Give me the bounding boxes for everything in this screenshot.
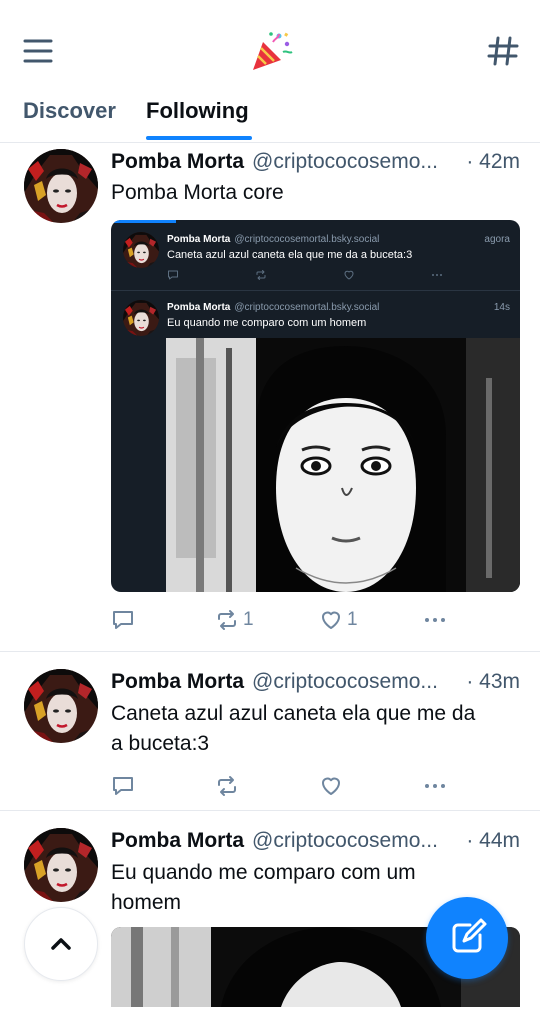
repost-icon [215, 774, 239, 798]
repost-icon [215, 608, 239, 632]
hash-icon[interactable] [486, 34, 520, 68]
embedded-actions [167, 269, 467, 281]
top-bar [0, 0, 540, 100]
embedded-photo [166, 338, 520, 592]
more-icon [423, 774, 447, 798]
more-button[interactable] [423, 774, 447, 798]
post-actions: 1 1 [111, 608, 471, 636]
like-button[interactable]: 1 [319, 608, 358, 632]
author-handle[interactable]: @criptococosemo... [252, 150, 458, 180]
tab-discover[interactable]: Discover [23, 98, 116, 124]
like-count: 1 [347, 609, 358, 630]
avatar[interactable] [24, 828, 98, 902]
feed: Pomba Morta @criptococosemo... · 42m Pom… [0, 142, 540, 1011]
post-text: Caneta azul azul caneta ela que me da a … [111, 699, 520, 759]
heart-icon [319, 774, 343, 798]
embedded-author: Pomba Morta [167, 302, 231, 313]
post[interactable]: Pomba Morta @criptococosemo... · 43m Can… [0, 652, 540, 811]
author-handle[interactable]: @criptococosemo... [252, 670, 458, 700]
more-button[interactable] [423, 608, 447, 632]
menu-icon[interactable] [22, 36, 56, 66]
post-time: · 43m [466, 670, 520, 693]
embedded-time: 14s [493, 302, 510, 313]
reply-button[interactable] [111, 608, 139, 632]
compose-button[interactable] [426, 897, 508, 979]
post-header: Pomba Morta @criptococosemo... · 44m [111, 829, 520, 859]
tab-following[interactable]: Following [146, 98, 249, 124]
feed-tabs: Discover Following [0, 90, 540, 143]
embedded-post-header: Pomba Morta @criptococosemortal.bsky.soci… [167, 234, 379, 245]
embedded-time: agora [484, 234, 510, 245]
repost-count: 1 [243, 609, 254, 630]
embedded-post: Pomba Morta @criptococosemortal.bsky.soci… [111, 220, 520, 290]
reply-icon [111, 774, 135, 798]
post-actions [111, 774, 471, 802]
heart-icon [319, 608, 343, 632]
compose-icon [452, 918, 487, 953]
post-time: · 44m [466, 829, 520, 852]
embedded-author: Pomba Morta [167, 234, 231, 245]
chevron-up-icon [51, 938, 71, 950]
more-icon [431, 269, 443, 281]
post[interactable]: Pomba Morta @criptococosemo... · 42m Pom… [0, 142, 540, 652]
author-name[interactable]: Pomba Morta [111, 829, 244, 859]
post-header: Pomba Morta @criptococosemo... · 43m [111, 670, 520, 700]
embedded-text: Caneta azul azul caneta ela que me da a … [167, 249, 413, 261]
more-icon [423, 608, 447, 632]
repost-button[interactable] [215, 774, 243, 798]
embedded-image[interactable]: Pomba Morta @criptococosemortal.bsky.soci… [111, 220, 520, 592]
post-header: Pomba Morta @criptococosemo... · 42m [111, 150, 520, 180]
reply-icon [111, 608, 135, 632]
party-popper-icon [249, 30, 293, 74]
embedded-post-header: Pomba Morta @criptococosemortal.bsky.soci… [167, 302, 379, 313]
reply-button[interactable] [111, 774, 139, 798]
embedded-handle: @criptococosemortal.bsky.social [234, 234, 380, 245]
post-time: · 42m [466, 150, 520, 173]
author-name[interactable]: Pomba Morta [111, 150, 244, 180]
heart-icon [343, 269, 355, 281]
post-text: Pomba Morta core [111, 181, 284, 204]
author-handle[interactable]: @criptococosemo... [252, 829, 458, 859]
like-button[interactable] [319, 774, 347, 798]
repost-icon [255, 269, 267, 281]
post-text-line: a buceta:3 [111, 732, 210, 755]
reply-icon [167, 269, 179, 281]
avatar[interactable] [24, 669, 98, 743]
repost-button[interactable]: 1 [215, 608, 254, 632]
post-text-line: Eu quando me comparo com um [111, 861, 416, 884]
active-tab-indicator [146, 136, 252, 140]
embedded-text: Eu quando me comparo com um homem [167, 317, 367, 329]
post-text-line: Caneta azul azul caneta ela que me da [111, 702, 476, 725]
author-name[interactable]: Pomba Morta [111, 670, 244, 700]
scroll-to-top-button[interactable] [24, 907, 98, 981]
embedded-handle: @criptococosemortal.bsky.social [234, 302, 380, 313]
embedded-avatar [123, 232, 159, 268]
embedded-avatar [123, 300, 159, 336]
avatar[interactable] [24, 149, 98, 223]
